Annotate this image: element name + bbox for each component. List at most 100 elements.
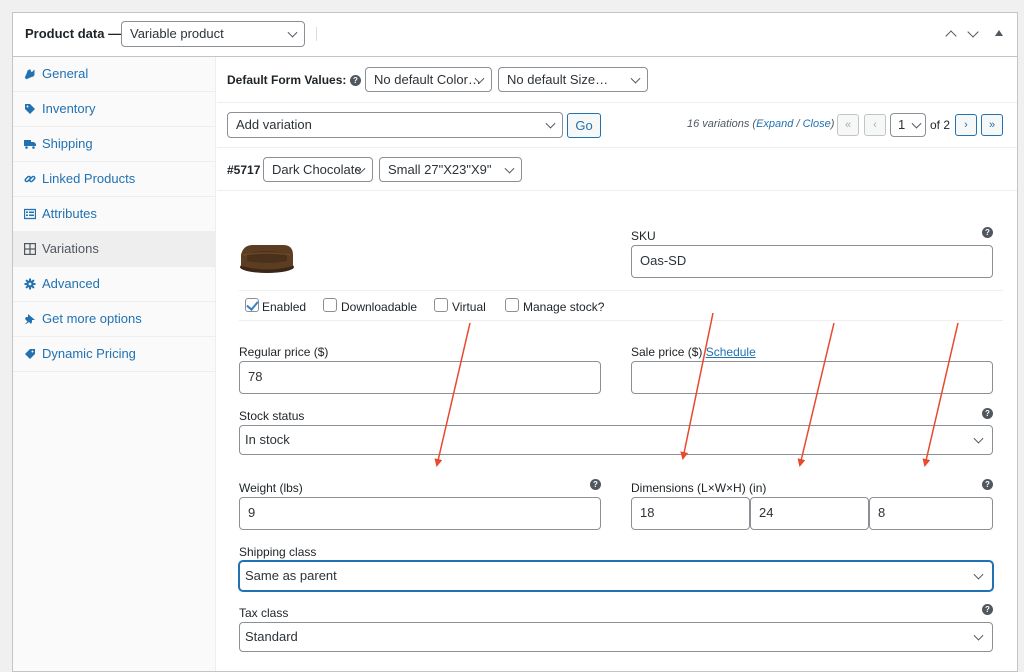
downloadable-checkbox[interactable] <box>323 298 337 312</box>
sidebar-item-advanced[interactable]: Advanced <box>13 267 215 302</box>
sku-label: SKU <box>631 229 656 243</box>
help-icon[interactable]: ? <box>982 604 993 615</box>
next-page-button[interactable]: › <box>955 114 977 136</box>
tax-class-select[interactable]: Standard <box>239 622 993 652</box>
product-data-tabs: General Inventory Shipping Linked Produc… <box>13 57 216 671</box>
last-page-button[interactable]: » <box>981 114 1003 136</box>
chevron-down-icon <box>287 27 298 38</box>
page-total: of 2 <box>930 118 951 132</box>
product-data-panel: Product data — Variable product General … <box>12 12 1018 672</box>
sale-price-label-text: Sale price ($) <box>631 345 703 359</box>
panel-header: Product data — Variable product <box>13 13 1017 57</box>
variation-image[interactable] <box>239 233 295 277</box>
grid-icon <box>24 243 37 256</box>
manage-stock-label: Manage stock? <box>523 300 605 314</box>
shipping-class-label: Shipping class <box>239 545 317 559</box>
divider <box>239 290 1003 291</box>
sidebar-item-label: Advanced <box>42 276 100 291</box>
chevron-down-icon <box>504 163 515 174</box>
regular-price-input[interactable]: 78 <box>239 361 601 394</box>
help-icon[interactable]: ? <box>982 227 993 238</box>
plugin-icon <box>24 313 36 325</box>
sidebar-item-general[interactable]: General <box>13 57 215 92</box>
gear-icon <box>24 278 36 290</box>
chevron-down-icon <box>973 433 984 444</box>
help-icon[interactable]: ? <box>982 408 993 419</box>
sidebar-item-inventory[interactable]: Inventory <box>13 92 215 127</box>
variations-panel: Default Form Values: ? No default Color…… <box>217 57 1017 671</box>
weight-input[interactable]: 9 <box>239 497 601 530</box>
chevron-down-icon <box>973 630 984 641</box>
chevron-down-icon <box>911 118 922 129</box>
sidebar-item-dynamic-pricing[interactable]: Dynamic Pricing <box>13 337 215 372</box>
close-link[interactable]: Close <box>803 118 831 130</box>
sidebar-item-label: Dynamic Pricing <box>42 346 136 361</box>
help-icon[interactable]: ? <box>590 479 601 490</box>
sku-input[interactable]: Oas-SD <box>631 245 993 278</box>
enabled-label: Enabled <box>262 300 307 314</box>
move-up-icon[interactable] <box>944 27 958 42</box>
help-icon[interactable]: ? <box>350 75 361 86</box>
divider <box>217 190 1017 191</box>
move-down-icon[interactable] <box>966 26 980 41</box>
sidebar-item-label: Linked Products <box>42 171 136 186</box>
virtual-checkbox[interactable] <box>434 298 448 312</box>
variations-count: 16 variations (Expand / Close) <box>687 118 834 130</box>
page-value: 1 <box>898 117 906 132</box>
sidebar-item-variations[interactable]: Variations <box>13 232 215 267</box>
default-color-select[interactable]: No default Color… <box>365 67 492 92</box>
separator-text: / <box>793 118 803 130</box>
product-type-value: Variable product <box>130 26 224 41</box>
list-icon <box>23 208 37 220</box>
stock-status-label: Stock status <box>239 409 305 423</box>
default-color-value: No default Color… <box>374 72 481 87</box>
sidebar-item-label: General <box>42 66 89 81</box>
dimensions-label: Dimensions (L×W×H) (in) <box>631 481 767 495</box>
chevron-down-icon <box>630 73 641 84</box>
sidebar-item-get-more-options[interactable]: Get more options <box>13 302 215 337</box>
tax-class-value: Standard <box>245 629 298 644</box>
expand-link[interactable]: Expand <box>756 118 793 130</box>
prev-page-button[interactable]: ‹ <box>864 114 886 136</box>
go-button[interactable]: Go <box>567 113 601 138</box>
default-size-select[interactable]: No default Size… <box>498 67 648 92</box>
sidebar-item-attributes[interactable]: Attributes <box>13 197 215 232</box>
width-input[interactable]: 24 <box>750 497 869 530</box>
variation-color-select[interactable]: Dark Chocolate <box>263 157 373 182</box>
manage-stock-checkbox[interactable] <box>505 298 519 312</box>
variations-count-text: 16 variations ( <box>687 118 757 130</box>
shipping-class-value: Same as parent <box>245 568 337 583</box>
divider <box>239 320 1003 321</box>
first-page-button[interactable]: « <box>837 114 859 136</box>
stock-status-value: In stock <box>245 432 290 447</box>
regular-price-label: Regular price ($) <box>239 345 329 359</box>
product-type-select[interactable]: Variable product <box>121 21 305 47</box>
variation-size-value: Small 27"X23"X9" <box>388 162 492 177</box>
schedule-link[interactable]: Schedule <box>706 345 756 359</box>
toggle-panel-icon[interactable] <box>995 30 1003 36</box>
tax-class-label: Tax class <box>239 606 289 620</box>
sidebar-item-label: Inventory <box>42 101 96 116</box>
downloadable-label: Downloadable <box>341 300 418 314</box>
header-divider <box>316 27 317 41</box>
length-input[interactable]: 18 <box>631 497 750 530</box>
page-select[interactable]: 1 <box>890 113 926 137</box>
divider <box>217 147 1017 148</box>
sale-price-input[interactable] <box>631 361 993 394</box>
shipping-class-select[interactable]: Same as parent <box>239 561 993 591</box>
enabled-checkbox[interactable] <box>245 298 259 312</box>
sidebar-item-linked-products[interactable]: Linked Products <box>13 162 215 197</box>
stock-status-select[interactable]: In stock <box>239 425 993 455</box>
variation-id: #5717 <box>227 163 261 177</box>
virtual-label: Virtual <box>452 300 486 314</box>
variation-action-select[interactable]: Add variation <box>227 112 563 138</box>
sidebar-item-label: Get more options <box>42 311 142 326</box>
default-size-value: No default Size… <box>507 72 609 87</box>
sidebar-item-label: Variations <box>42 241 99 256</box>
weight-label: Weight (lbs) <box>239 481 303 495</box>
sidebar-item-shipping[interactable]: Shipping <box>13 127 215 162</box>
height-input[interactable]: 8 <box>869 497 993 530</box>
tag-icon <box>24 103 36 115</box>
help-icon[interactable]: ? <box>982 479 993 490</box>
variation-size-select[interactable]: Small 27"X23"X9" <box>379 157 522 182</box>
